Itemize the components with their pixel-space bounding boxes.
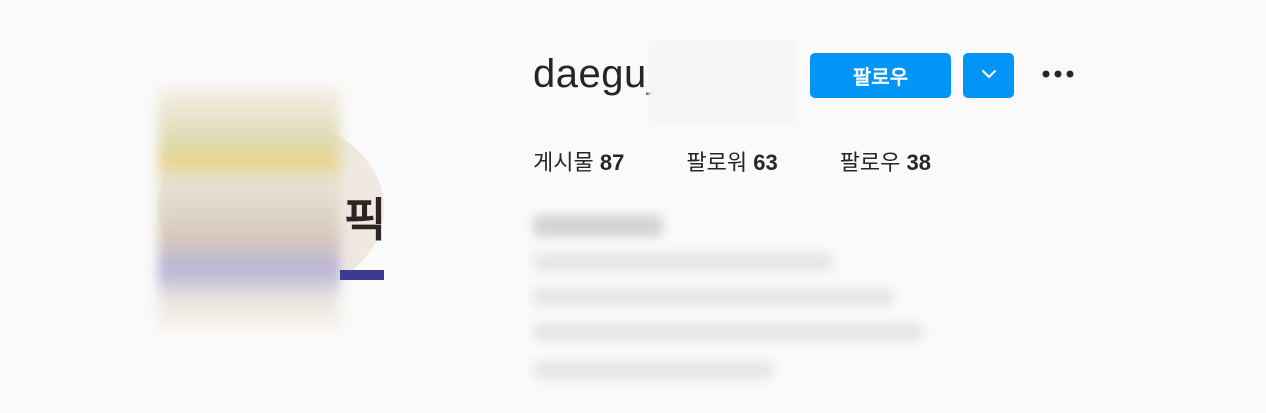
posts-label: 게시물	[533, 150, 594, 175]
followers-stat[interactable]: 팔로워 63	[686, 145, 777, 177]
avatar[interactable]: 픽	[158, 88, 387, 328]
profile-stats: 게시물 87 팔로워 63 팔로우 38	[533, 145, 931, 177]
suggested-accounts-dropdown-button[interactable]	[963, 53, 1014, 98]
follow-button[interactable]: 팔로우	[810, 53, 951, 98]
bio-line	[533, 323, 923, 341]
posts-count: 87	[599, 150, 625, 175]
followers-label: 팔로워	[686, 150, 748, 175]
more-horizontal-icon	[1040, 66, 1076, 84]
avatar-stripe	[340, 270, 384, 280]
chevron-down-icon	[980, 68, 998, 83]
bio-line	[533, 253, 833, 271]
following-label: 팔로우	[839, 150, 901, 175]
more-options-button[interactable]	[1036, 57, 1080, 93]
posts-stat: 게시물 87	[533, 145, 624, 177]
username-redaction	[648, 40, 796, 126]
following-stat[interactable]: 팔로우 38	[840, 145, 931, 177]
bio-line	[533, 288, 893, 306]
bio-line	[533, 215, 663, 237]
following-count: 38	[906, 150, 932, 175]
profile-bio-redacted	[521, 205, 941, 389]
followers-count: 63	[753, 150, 778, 175]
avatar-blur-overlay	[158, 88, 340, 328]
avatar-glyph: 픽	[344, 193, 387, 247]
bio-line	[533, 361, 773, 379]
